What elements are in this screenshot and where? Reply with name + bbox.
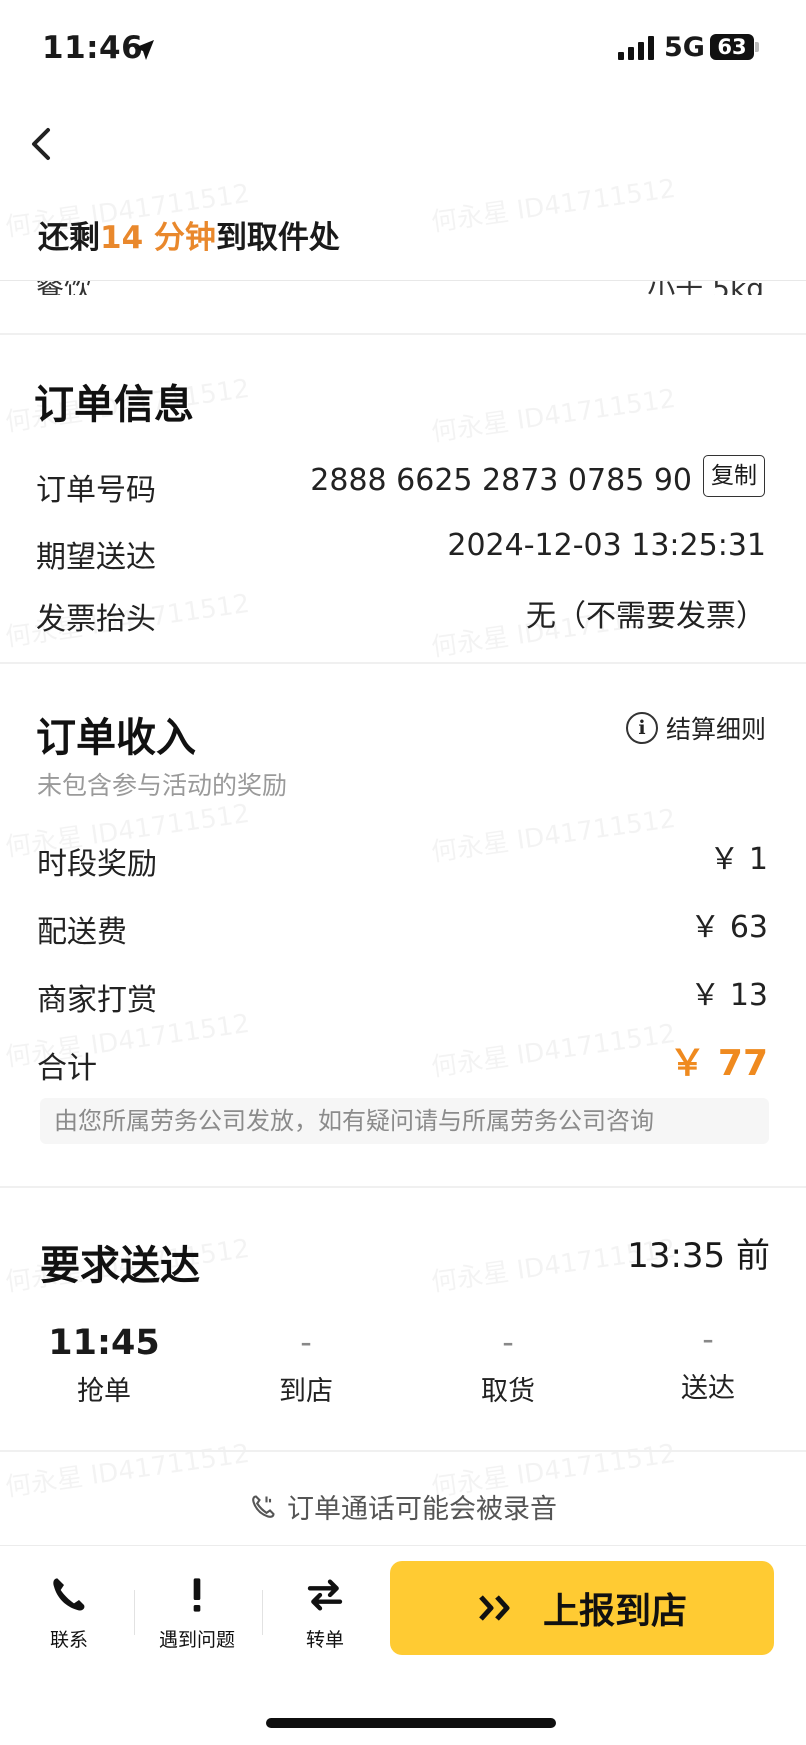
battery-nub	[755, 42, 759, 52]
total-value: ￥ 77	[669, 1043, 768, 1084]
timeline-time: -	[502, 1323, 514, 1361]
transfer-arrows-icon	[307, 1579, 343, 1611]
payout-notice: 由您所属劳务公司发放，如有疑问请与所属劳务公司咨询	[40, 1098, 769, 1144]
order-number-label: 订单号码	[36, 473, 156, 508]
phone-icon	[53, 1578, 85, 1611]
eta-heading: 还剩14 分钟到取件处	[38, 212, 340, 257]
order-income-title: 订单收入	[36, 715, 196, 761]
timeline-label: 送达	[681, 1373, 735, 1404]
contact-label: 联系	[49, 1629, 88, 1651]
delivery-deadline-title: 要求送达	[40, 1243, 200, 1289]
clipped-value: 小于 5kg	[647, 281, 764, 295]
time-bonus-label: 时段奖励	[37, 847, 157, 882]
contact-button[interactable]: 联系	[14, 1575, 124, 1652]
section-divider	[0, 333, 806, 335]
exclamation-icon	[193, 1578, 201, 1612]
timeline-step-grab: 11:45 抢单	[24, 1323, 184, 1408]
order-number-value: 2888 6625 2873 0785 90	[310, 463, 692, 498]
invoice-title-value: 无（不需要发票）	[526, 599, 766, 634]
timeline-label: 到店	[279, 1376, 333, 1407]
timeline-label: 抢单	[77, 1376, 131, 1407]
income-subtitle: 未包含参与活动的奖励	[37, 771, 288, 800]
phone-recording-icon	[252, 1494, 275, 1518]
copy-button[interactable]: 复制	[703, 455, 765, 497]
delivery-fee-label: 配送费	[37, 915, 127, 950]
report-problem-label: 遇到问题	[158, 1629, 235, 1651]
eta-suffix: 到取件处	[215, 220, 340, 256]
watermark: 何永星 ID41711512	[429, 378, 678, 449]
timeline-time: 11:45	[48, 1323, 160, 1363]
delivery-deadline-value: 13:35 前	[627, 1236, 770, 1276]
timeline-time: -	[300, 1323, 312, 1361]
watermark: 何永星 ID41711512	[429, 168, 678, 239]
timeline-label: 取货	[481, 1376, 535, 1407]
delivery-fee-value: ￥ 63	[690, 910, 768, 945]
timeline-step-arrive: - 到店	[226, 1323, 386, 1408]
bottom-action-bar: 联系 遇到问题 转单 上报到店	[0, 1545, 806, 1665]
section-divider	[0, 662, 806, 664]
info-icon: i	[625, 712, 658, 744]
expected-delivery-label: 期望送达	[36, 540, 156, 575]
transfer-order-label: 转单	[305, 1629, 344, 1651]
section-divider	[0, 1186, 806, 1188]
timeline-step-delivered: - 送达	[628, 1320, 788, 1405]
double-chevron-icon	[479, 1595, 510, 1621]
clipped-label: 餐饮	[36, 281, 92, 295]
recording-notice-text: 订单通话可能会被录音	[287, 1494, 557, 1525]
total-label: 合计	[37, 1051, 97, 1086]
timeline-time: -	[702, 1320, 714, 1358]
action-separator	[262, 1590, 263, 1635]
clipped-scroll-row: 餐饮 小于 5kg	[0, 281, 806, 295]
eta-prefix: 还剩	[38, 220, 100, 256]
merchant-tip-label: 商家打赏	[37, 983, 157, 1018]
status-time: 11:46	[42, 30, 144, 66]
home-indicator	[266, 1718, 556, 1728]
invoice-title-label: 发票抬头	[36, 602, 156, 637]
section-divider	[0, 1450, 806, 1452]
watermark: 何永星 ID41711512	[429, 1013, 678, 1084]
battery-icon: 63	[710, 34, 754, 60]
order-info-title: 订单信息	[34, 382, 194, 428]
cellular-signal-icon	[618, 36, 654, 60]
report-problem-button[interactable]: 遇到问题	[142, 1575, 252, 1652]
settlement-rules-label: 结算细则	[665, 715, 766, 744]
transfer-order-button[interactable]: 转单	[270, 1575, 380, 1652]
call-recording-notice: 订单通话可能会被录音	[0, 1487, 806, 1526]
back-chevron-icon[interactable]	[28, 126, 56, 162]
timeline-step-pickup: - 取货	[428, 1323, 588, 1408]
eta-minutes: 14 分钟	[100, 220, 216, 256]
network-type: 5G	[664, 32, 705, 63]
merchant-tip-value: ￥ 13	[690, 978, 768, 1013]
time-bonus-value: ￥ 1	[709, 842, 768, 877]
location-arrow-icon	[134, 40, 154, 60]
report-arrival-label: 上报到店	[542, 1591, 687, 1632]
action-separator	[134, 1590, 135, 1635]
watermark: 何永星 ID41711512	[429, 798, 678, 869]
settlement-rules-link[interactable]: i 结算细则	[625, 710, 766, 746]
report-arrival-button[interactable]: 上报到店	[390, 1561, 774, 1655]
expected-delivery-value: 2024-12-03 13:25:31	[447, 528, 766, 563]
